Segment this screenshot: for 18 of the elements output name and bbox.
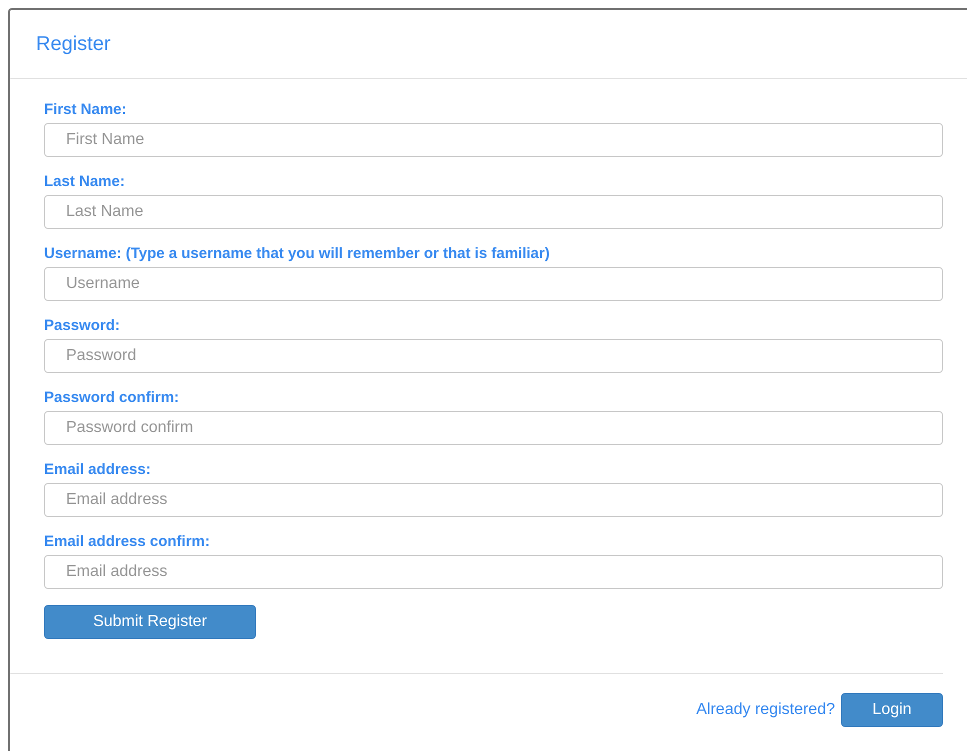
input-field[interactable]: Email address	[44, 555, 943, 589]
field-label: Password confirm:	[44, 389, 180, 408]
input-field[interactable]: First Name	[44, 123, 943, 157]
input-field[interactable]: Last Name	[44, 195, 943, 229]
login-button[interactable]: Login	[841, 693, 943, 727]
input-field[interactable]: Username	[44, 267, 943, 301]
field-label: Username: (Type a username that you will remember or that is familiar)	[44, 245, 551, 264]
input-field[interactable]: Password confirm	[44, 411, 943, 445]
field-label: First Name:	[44, 101, 128, 120]
field-label: Last Name:	[44, 173, 126, 192]
submit-button[interactable]: Submit Register	[44, 605, 256, 639]
field-label: Email address confirm:	[44, 533, 211, 552]
field-label: Email address:	[44, 461, 152, 480]
field-label: Password:	[44, 317, 121, 336]
panel-title: Register	[36, 32, 110, 56]
input-field[interactable]: Email address	[44, 483, 943, 517]
login-link[interactable]: Already registered?	[696, 701, 835, 719]
input-field[interactable]: Password	[44, 339, 943, 373]
